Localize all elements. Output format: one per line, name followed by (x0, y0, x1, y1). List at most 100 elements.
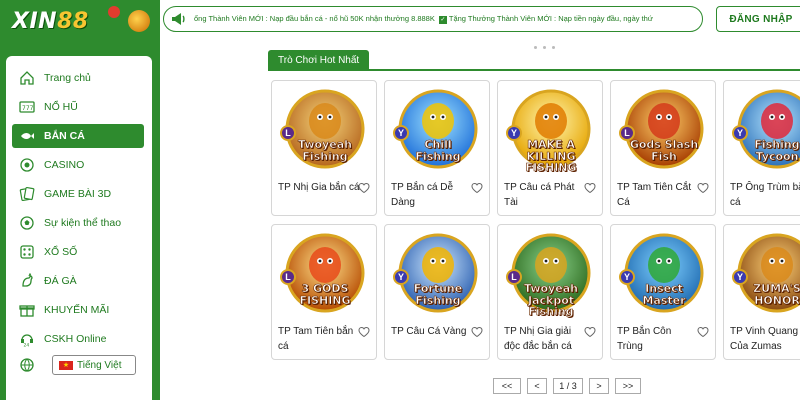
language-label: Tiếng Việt (77, 359, 122, 371)
favorite-heart-icon[interactable] (584, 325, 596, 338)
sidebar-item-label: CSKH Online (44, 333, 107, 345)
sidebar-item-đá-gà[interactable]: ĐÁ GÀ (12, 269, 144, 293)
section-title[interactable]: Trò Chơi Hot Nhất (268, 50, 370, 70)
game-title[interactable]: TP Bắn Côn Trùng (617, 324, 699, 354)
game-logo-line1: 3 GODS (301, 282, 349, 295)
game-card[interactable]: Twoyeah Jackpot Fishing L TP Nhị Gia giải đ… (497, 224, 603, 360)
game-title[interactable]: TP Câu cá Phát Tài (504, 180, 586, 210)
game-logo-line1: MAKE A (527, 138, 575, 151)
lottery-icon (18, 243, 36, 261)
game-thumbnail[interactable]: ZUMA'S HONOR Y (732, 231, 800, 321)
game-title[interactable]: TP Nhị Gia giải độc đắc bắn cá (504, 324, 586, 354)
game-logo-line1: Twoyeah (298, 138, 353, 151)
brand-logo[interactable]: XIN88 (0, 0, 160, 42)
sidebar-item-game-bài-3d[interactable]: GAME BÀI 3D (12, 182, 144, 206)
game-logo-line2: KILLING FISHING (525, 150, 577, 174)
fish-icon (18, 127, 36, 145)
game-title[interactable]: TP Ông Trùm bắn cá (730, 180, 800, 210)
game-card[interactable]: Twoyeah Fishing L TP Nhị Gia bắn cá (271, 80, 377, 216)
logo-coin-icon (128, 10, 150, 32)
language-selector[interactable]: ★ Tiếng Việt (52, 355, 136, 375)
game-logo-line1: Gods Slash (629, 138, 699, 151)
check-icon: ✓ (438, 15, 447, 24)
favorite-heart-icon[interactable] (697, 181, 709, 194)
game-card[interactable]: Fortune Fishing Y TP Câu Cá Vàng (384, 224, 490, 360)
game-thumbnail[interactable]: Twoyeah Jackpot Fishing L (506, 231, 596, 321)
game-thumbnail[interactable]: Insect Master Y (619, 231, 709, 321)
login-button[interactable]: ĐĂNG NHẬP (716, 6, 800, 32)
provider-badge: Y (732, 125, 748, 141)
soccer-ball-icon (18, 214, 36, 232)
provider-badge: Y (619, 269, 635, 285)
favorite-heart-icon[interactable] (471, 325, 483, 338)
favorite-heart-icon[interactable] (358, 181, 370, 194)
svg-text:24: 24 (24, 343, 30, 348)
game-title[interactable]: TP Vinh Quang Của Zumas (730, 324, 800, 354)
sidebar-item-trang-chủ[interactable]: Trang chủ (12, 66, 144, 90)
game-title[interactable]: TP Tam Tiên bắn cá (278, 324, 360, 354)
favorite-heart-icon[interactable] (697, 325, 709, 338)
game-card[interactable]: MAKE A KILLING FISHING Y TP Câu cá Phát Tài (497, 80, 603, 216)
last-page-button[interactable]: >> (615, 378, 641, 394)
game-logo-line2: Fishing (415, 150, 461, 163)
sidebar-item-bắn-cá[interactable]: BẮN CÁ (12, 124, 144, 148)
sidebar-item-nổ-hũ[interactable]: 777 NỔ HŨ (12, 95, 144, 119)
game-card[interactable]: FishingTycoon Y TP Ông Trùm bắn cá (723, 80, 800, 216)
game-card[interactable]: Chill Fishing Y TP Bắn cá Dễ Dàng (384, 80, 490, 216)
section-divider (268, 69, 800, 71)
pagination: << < 1 / 3 > >> (493, 378, 641, 394)
game-logo-line1: Twoyeah (524, 282, 579, 295)
sidebar-item-label: CASINO (44, 159, 85, 171)
announcement-bar: ổng Thành Viên MỚI : Nạp đầu bắn cá - nổ… (163, 6, 703, 32)
favorite-heart-icon[interactable] (471, 181, 483, 194)
game-title[interactable]: TP Câu Cá Vàng (391, 324, 473, 339)
next-page-button[interactable]: > (589, 378, 609, 394)
sidebar-item-casino[interactable]: CASINO (12, 153, 144, 177)
sidebar-item-khuyến-mãi[interactable]: KHUYẾN MÃI (12, 298, 144, 322)
game-thumbnail[interactable]: Fortune Fishing Y (393, 231, 483, 321)
game-thumbnail[interactable]: 3 GODS FISHING L (280, 231, 370, 321)
sidebar-item-label: XỔ SỐ (44, 246, 78, 258)
svg-text:777: 777 (22, 105, 34, 112)
game-thumbnail[interactable]: Gods Slash Fish L (619, 87, 709, 177)
language-row: ★ Tiếng Việt (12, 355, 136, 375)
game-logo-line2: Jackpot Fishing (527, 294, 575, 318)
game-logo-line1: Insect (645, 282, 683, 295)
sidebar-item-sự-kiện-thể-thao[interactable]: Sự kiện thể thao (12, 211, 144, 235)
favorite-heart-icon[interactable] (584, 181, 596, 194)
first-page-button[interactable]: << (493, 378, 521, 394)
logo-text: XIN88 (12, 8, 89, 34)
game-logo-line2: Fishing (302, 150, 348, 163)
game-card[interactable]: Gods Slash Fish L TP Tam Tiên Cắt Cá (610, 80, 716, 216)
game-card[interactable]: ZUMA'S HONOR Y TP Vinh Quang Của Zumas (723, 224, 800, 360)
globe-icon (18, 356, 36, 374)
sidebar-item-xổ-số[interactable]: XỔ SỐ (12, 240, 144, 264)
provider-badge: L (506, 269, 522, 285)
provider-badge: L (280, 269, 296, 285)
game-logo-line2: FISHING (299, 294, 351, 307)
game-title[interactable]: TP Nhị Gia bắn cá (278, 180, 360, 195)
game-thumbnail[interactable]: Chill Fishing Y (393, 87, 483, 177)
favorite-heart-icon[interactable] (358, 325, 370, 338)
provider-badge: Y (506, 125, 522, 141)
sidebar-item-label: BẮN CÁ (44, 130, 85, 142)
home-icon (18, 69, 36, 87)
game-thumbnail[interactable]: Twoyeah Fishing L (280, 87, 370, 177)
sidebar-item-label: Trang chủ (44, 72, 91, 84)
casino-chip-icon (18, 156, 36, 174)
vietnam-flag-icon: ★ (59, 360, 73, 370)
cards-icon (18, 185, 36, 203)
game-thumbnail[interactable]: MAKE A KILLING FISHING Y (506, 87, 596, 177)
game-logo-line2: Fishing (415, 294, 461, 307)
game-logo-line1: Chill (424, 138, 452, 151)
support-24-icon: 24 (18, 330, 36, 348)
game-title[interactable]: TP Bắn cá Dễ Dàng (391, 180, 473, 210)
game-card[interactable]: Insect Master Y TP Bắn Côn Trùng (610, 224, 716, 360)
prev-page-button[interactable]: < (527, 378, 547, 394)
slot-machine-icon: 777 (18, 98, 36, 116)
game-card[interactable]: 3 GODS FISHING L TP Tam Tiên bắn cá (271, 224, 377, 360)
sidebar-item-cskh-online[interactable]: 24 CSKH Online (12, 327, 144, 351)
provider-badge: Y (393, 269, 409, 285)
game-title[interactable]: TP Tam Tiên Cắt Cá (617, 180, 699, 210)
game-thumbnail[interactable]: Fishing Tycoon Y (732, 87, 800, 177)
